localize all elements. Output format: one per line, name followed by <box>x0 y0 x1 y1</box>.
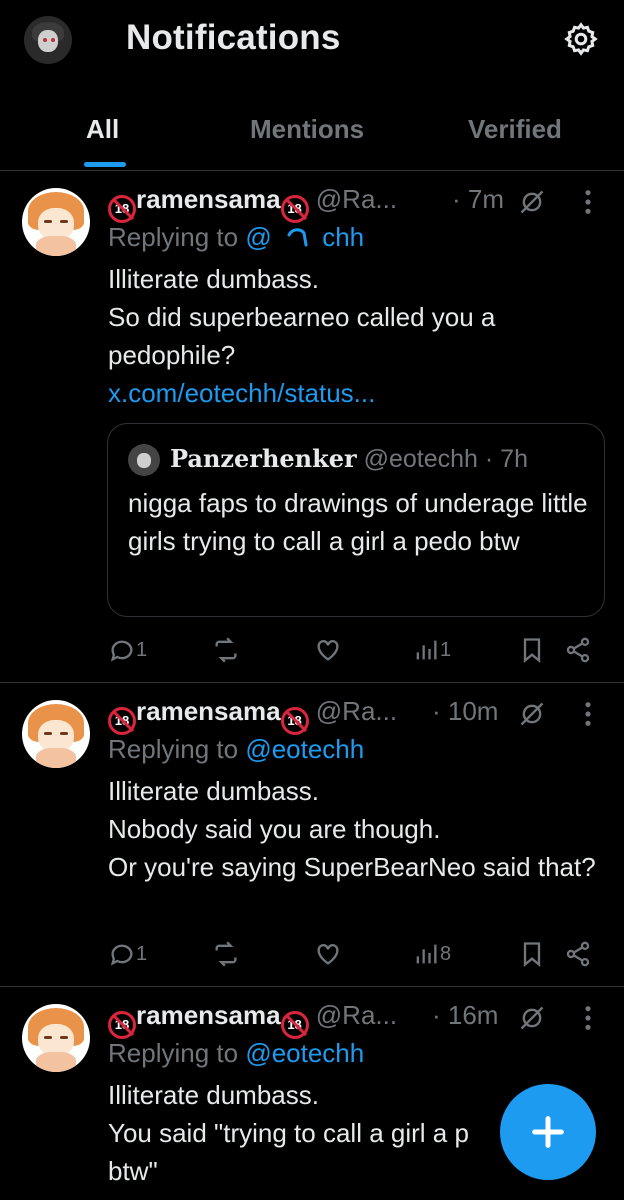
grok-icon[interactable] <box>518 1004 546 1032</box>
compose-button[interactable] <box>500 1084 596 1180</box>
views-button[interactable]: 8 <box>412 938 451 970</box>
share-button[interactable] <box>564 938 592 970</box>
share-icon <box>566 637 590 663</box>
author-name[interactable]: ramensama <box>136 1000 281 1030</box>
page-title: Notifications <box>126 18 341 57</box>
no-18-badge-icon: 18 <box>108 707 136 735</box>
replying-to: Replying to @eotechh <box>108 734 365 764</box>
top-bar: Notifications <box>0 0 624 84</box>
like-button[interactable] <box>314 634 342 666</box>
more-options-icon[interactable] <box>582 188 594 216</box>
repost-icon <box>215 941 237 967</box>
more-options-icon[interactable] <box>582 1004 594 1032</box>
repost-icon <box>215 637 237 663</box>
quote-text: nigga faps to drawings of underage littl… <box>128 488 588 556</box>
profile-avatar[interactable] <box>24 16 72 64</box>
more-options-icon[interactable] <box>582 700 594 728</box>
tab-all[interactable]: All <box>86 114 119 145</box>
grok-icon[interactable] <box>518 188 546 216</box>
tweet-time[interactable]: · 10m <box>432 696 498 727</box>
quote-author-handle: @eotechh <box>363 445 478 473</box>
replying-to: Replying to @eotechh <box>108 1038 365 1068</box>
no-18-badge-icon: 18 <box>280 1011 309 1039</box>
author-avatar[interactable] <box>22 1004 90 1072</box>
no-18-badge-icon: 18 <box>280 195 309 223</box>
views-chart-icon <box>416 944 437 964</box>
tweet-actions: 1 1 <box>108 634 604 670</box>
tab-mentions[interactable]: Mentions <box>250 114 364 145</box>
reply-button[interactable]: 1 <box>108 634 147 666</box>
views-button[interactable]: 1 <box>412 634 451 666</box>
loading-spinner-icon <box>287 228 308 247</box>
tab-verified[interactable]: Verified <box>468 114 562 145</box>
reply-icon <box>110 944 133 966</box>
replying-to: Replying to @ chh <box>108 222 365 252</box>
no-18-badge-icon: 18 <box>108 195 136 223</box>
reply-icon <box>110 640 133 662</box>
bookmark-button[interactable] <box>518 938 546 970</box>
views-chart-icon <box>416 640 437 660</box>
notification-tweet[interactable]: 18 ramensama 18 @Ra... · 10m Replying to @… <box>0 682 624 987</box>
reply-handle[interactable]: @eotechh <box>245 1038 364 1068</box>
no-18-badge-icon: 18 <box>280 707 309 735</box>
author-handle[interactable]: @Ra... <box>316 696 397 726</box>
tweet-time[interactable]: · 7m <box>452 184 504 215</box>
reply-button[interactable]: 1 <box>108 938 147 970</box>
heart-icon <box>317 640 339 661</box>
quote-author-avatar <box>128 444 160 476</box>
author-avatar[interactable] <box>22 700 90 768</box>
author-name[interactable]: ramensama <box>136 184 281 214</box>
quoted-tweet[interactable]: Panzerhenker @eotechh · 7h nigga faps to… <box>107 423 605 617</box>
reply-handle[interactable]: @eotechh <box>245 734 364 764</box>
reply-handle-end[interactable]: chh <box>322 222 364 252</box>
active-tab-indicator <box>84 162 126 167</box>
share-button[interactable] <box>564 634 592 666</box>
quote-author-line: Panzerhenker @eotechh · 7h <box>170 444 528 474</box>
bookmark-button[interactable] <box>518 634 546 666</box>
repost-button[interactable] <box>212 938 240 970</box>
author-name[interactable]: ramensama <box>136 696 281 726</box>
notification-tweet[interactable]: 18 ramensama 18 @Ra... · 7m Replying to @ … <box>0 170 624 683</box>
tweet-text: Illiterate dumbass. So did superbearneo … <box>108 264 496 408</box>
bookmark-icon <box>523 942 541 967</box>
reply-handle-start[interactable]: @ <box>245 222 271 252</box>
tweet-text: Illiterate dumbass. Nobody said you are … <box>108 776 596 882</box>
tweet-time[interactable]: · 16m <box>432 1000 498 1031</box>
heart-icon <box>317 944 339 965</box>
quote-time: · 7h <box>484 445 528 473</box>
settings-gear-icon[interactable] <box>563 21 599 57</box>
author-avatar[interactable] <box>22 188 90 256</box>
tweet-actions: 1 8 <box>108 938 604 974</box>
grok-icon[interactable] <box>518 700 546 728</box>
share-icon <box>566 941 590 967</box>
views-count: 1 <box>440 638 452 661</box>
no-18-badge-icon: 18 <box>108 1011 136 1039</box>
notification-tabs: All Mentions Verified <box>0 100 624 171</box>
bookmark-icon <box>523 638 541 663</box>
author-handle[interactable]: @Ra... <box>316 1000 397 1030</box>
reply-count: 1 <box>136 942 148 965</box>
plus-icon <box>532 1116 564 1148</box>
like-button[interactable] <box>314 938 342 970</box>
tweet-link[interactable]: x.com/eotechh/status... <box>108 378 375 408</box>
views-count: 8 <box>440 942 452 965</box>
reply-count: 1 <box>136 638 148 661</box>
repost-button[interactable] <box>212 634 240 666</box>
author-handle[interactable]: @Ra... <box>316 184 397 214</box>
quote-author-name: Panzerhenker <box>170 444 357 473</box>
